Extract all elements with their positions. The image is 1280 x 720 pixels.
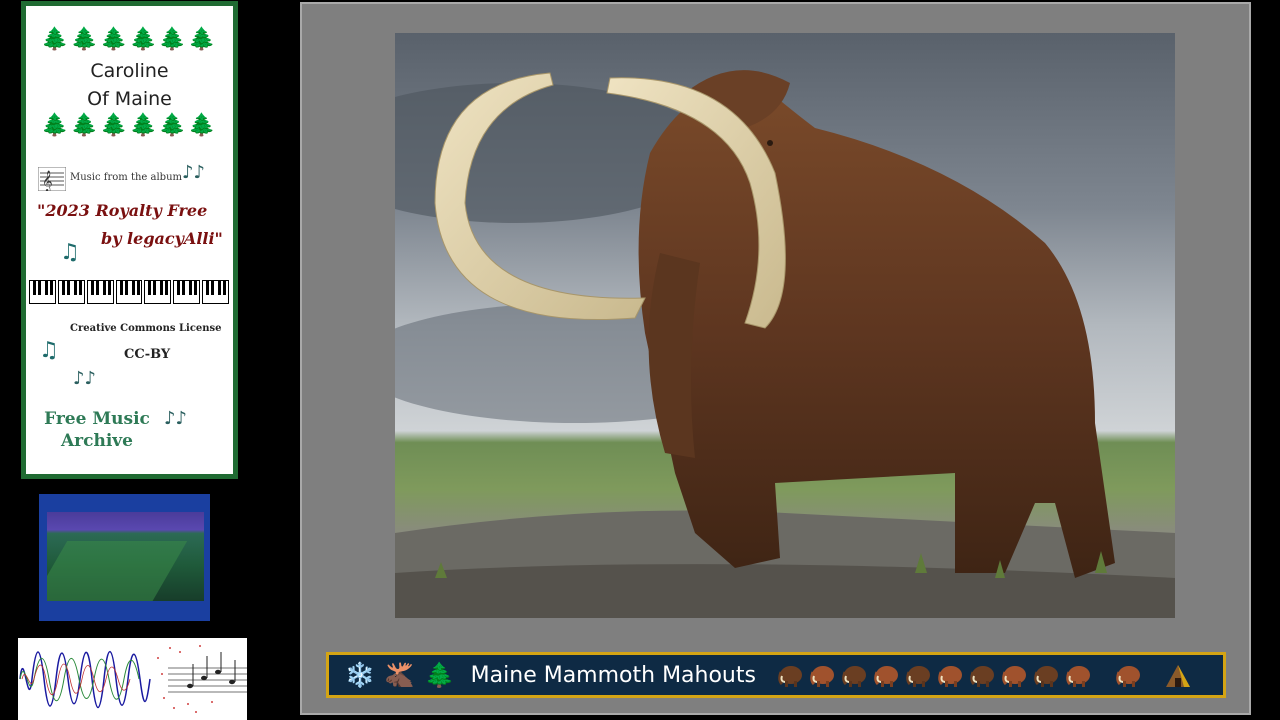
album-intro-text: Music from the album bbox=[70, 172, 182, 183]
svg-text:𝄞: 𝄞 bbox=[42, 171, 53, 191]
main-display-frame: ❄️ 🫎 🌲 Maine Mammoth Mahouts bbox=[300, 2, 1251, 715]
music-staff-icon: 𝄞 bbox=[38, 167, 66, 191]
mammoth-icon bbox=[874, 666, 898, 687]
mammoth-icon bbox=[1002, 666, 1026, 687]
woolly-mammoth-illustration bbox=[395, 70, 1175, 618]
artist-name-line1: Caroline bbox=[90, 60, 169, 82]
woolly-mammoth-photo bbox=[395, 33, 1175, 618]
moose-icon: 🫎 bbox=[384, 661, 415, 689]
mammoth-icon bbox=[778, 666, 802, 687]
music-note-icon: ♪♪ bbox=[182, 162, 205, 183]
piano-keys-icon bbox=[29, 280, 230, 306]
music-note-icon: ♫ bbox=[60, 240, 80, 265]
mammoth-icon bbox=[906, 666, 930, 687]
artist-name-line2: Of Maine bbox=[87, 88, 172, 110]
music-note-icon: ♪♪ bbox=[73, 368, 96, 389]
album-title-line2: by legacyAlli" bbox=[101, 229, 223, 248]
license-label: Creative Commons License bbox=[70, 323, 222, 334]
license-code: CC-BY bbox=[124, 347, 171, 362]
tree-icon: 🌲 bbox=[424, 661, 455, 689]
waveform-graphic bbox=[19, 645, 247, 713]
free-music-archive-link[interactable]: Free Music Archive bbox=[42, 408, 152, 452]
info-card: 🌲🌲🌲🌲🌲🌲 Caroline Of Maine 🌲🌲🌲🌲🌲🌲 𝄞 Music … bbox=[21, 1, 238, 479]
waveform-image bbox=[18, 638, 247, 720]
mammoth-icon bbox=[1116, 666, 1140, 687]
archive-line1: Free Music bbox=[44, 409, 150, 429]
mammoth-icon bbox=[1066, 666, 1090, 687]
info-card-body: 🌲🌲🌲🌲🌲🌲 Caroline Of Maine 🌲🌲🌲🌲🌲🌲 𝄞 Music … bbox=[26, 6, 233, 474]
music-note-icon: ♪♪ bbox=[164, 408, 187, 429]
album-title-line1: "2023 Royalty Free bbox=[37, 201, 208, 220]
mammoth-icon bbox=[938, 666, 962, 687]
landscape-thumbnail-image bbox=[47, 512, 204, 601]
mammoth-icon bbox=[810, 666, 834, 687]
banner-title: Maine Mammoth Mahouts bbox=[470, 662, 756, 688]
archive-line2: Archive bbox=[60, 431, 133, 451]
mammoth-icon bbox=[1034, 666, 1058, 687]
tree-icon-row-top: 🌲🌲🌲🌲🌲🌲 bbox=[41, 27, 218, 52]
music-note-icon: ♫ bbox=[39, 338, 59, 363]
hut-icon bbox=[1165, 665, 1190, 687]
mammoth-icon-row bbox=[776, 661, 1192, 689]
mammoth-icon bbox=[970, 666, 994, 687]
tree-icon-row-bottom: 🌲🌲🌲🌲🌲🌲 bbox=[41, 113, 218, 138]
title-banner: ❄️ 🫎 🌲 Maine Mammoth Mahouts bbox=[326, 652, 1226, 698]
mammoth-icon bbox=[842, 666, 866, 687]
snowflake-icon: ❄️ bbox=[345, 661, 375, 689]
video-thumbnail bbox=[39, 494, 210, 621]
